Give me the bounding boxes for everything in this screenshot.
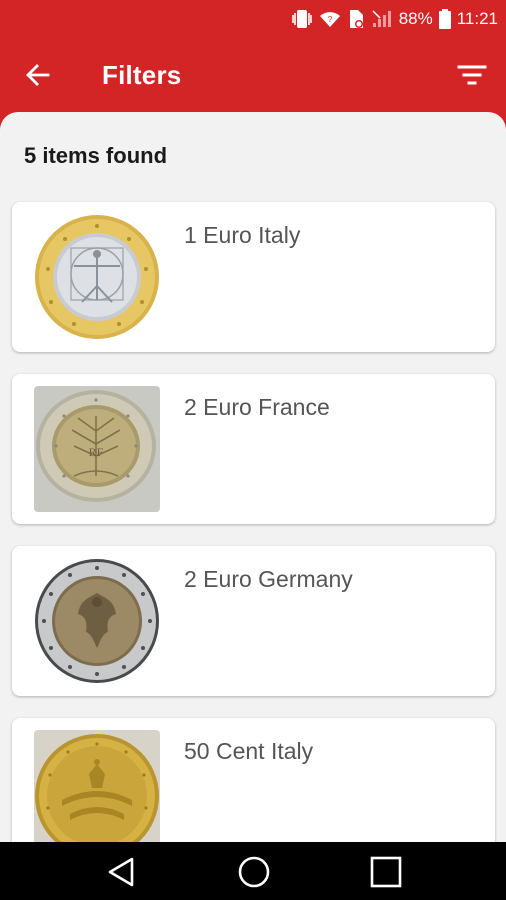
- list-item[interactable]: 1 Euro Italy: [12, 202, 495, 352]
- coin-image: [34, 558, 160, 684]
- triangle-back-icon: [108, 857, 134, 887]
- square-recents-icon: [370, 856, 402, 888]
- filter-button[interactable]: [456, 59, 488, 91]
- nav-home-button[interactable]: [236, 854, 272, 890]
- list-item[interactable]: 2 Euro Germany: [12, 546, 495, 696]
- list-item[interactable]: 50 Cent Italy: [12, 718, 495, 842]
- status-icons: ? 88% 11:21: [291, 8, 498, 30]
- battery-percent: 88%: [398, 9, 433, 28]
- system-nav-bar: [0, 842, 506, 900]
- coin-image: [34, 214, 160, 340]
- signal-icon: [371, 9, 393, 29]
- nav-recents-button[interactable]: [368, 854, 404, 890]
- vibrate-icon: [291, 9, 313, 29]
- coin-image: [34, 730, 160, 842]
- item-title: 50 Cent Italy: [184, 738, 314, 764]
- svg-text:?: ?: [327, 15, 332, 24]
- item-title: 2 Euro Germany: [184, 566, 353, 592]
- list-item[interactable]: RF 2 Euro France: [12, 374, 495, 524]
- status-bar: ? 88% 11:21: [0, 0, 506, 38]
- wifi-icon: ?: [319, 9, 341, 29]
- results-panel: 5 items found 1 Euro Italy RF 2 Euro Fra…: [0, 112, 506, 842]
- battery-icon: [438, 9, 451, 29]
- results-count: 5 items found: [24, 143, 168, 168]
- item-title: 2 Euro France: [184, 394, 330, 420]
- svg-text:RF: RF: [89, 445, 104, 459]
- nav-back-button[interactable]: [104, 854, 140, 890]
- back-button[interactable]: [22, 59, 54, 91]
- sim-icon: [347, 9, 365, 29]
- clock: 11:21: [456, 9, 498, 28]
- page-title: Filters: [102, 60, 182, 90]
- item-title: 1 Euro Italy: [184, 222, 301, 248]
- app-bar: Filters: [0, 38, 506, 112]
- coin-image: RF: [34, 386, 160, 512]
- arrow-back-icon: [26, 64, 50, 86]
- circle-home-icon: [238, 856, 270, 888]
- filter-icon: [457, 65, 487, 85]
